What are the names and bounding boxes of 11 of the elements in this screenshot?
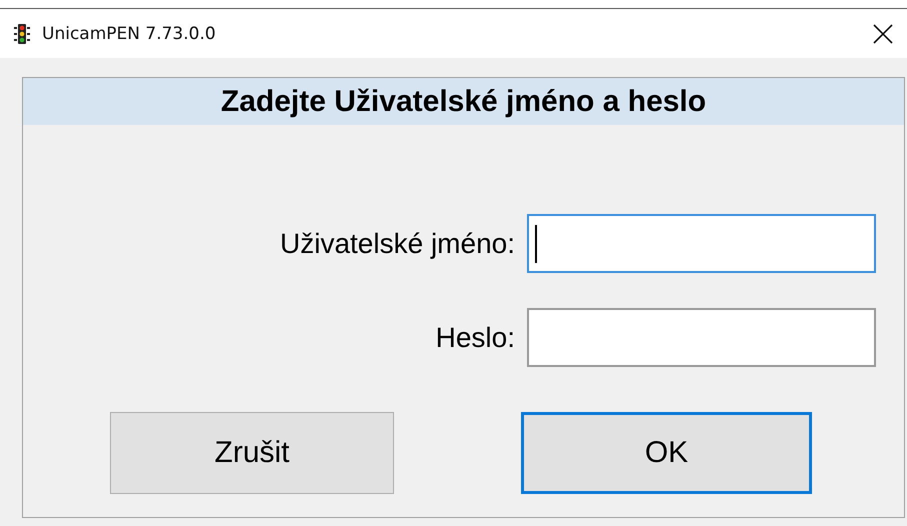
dialog-heading: Zadejte Uživatelské jméno a heslo [23, 78, 904, 125]
ok-button[interactable]: OK [521, 412, 812, 494]
cancel-button[interactable]: Zrušit [110, 412, 394, 494]
password-field[interactable] [527, 308, 876, 367]
input-field[interactable] [527, 214, 876, 273]
traffic-light-icon [14, 24, 30, 44]
close-icon[interactable] [873, 24, 893, 44]
field-label: Heslo: [434, 322, 516, 354]
field-label: Uživatelské jméno: [279, 228, 516, 260]
window-title: UnicamPEN 7.73.0.0 [42, 24, 217, 44]
text-cursor [535, 224, 537, 262]
